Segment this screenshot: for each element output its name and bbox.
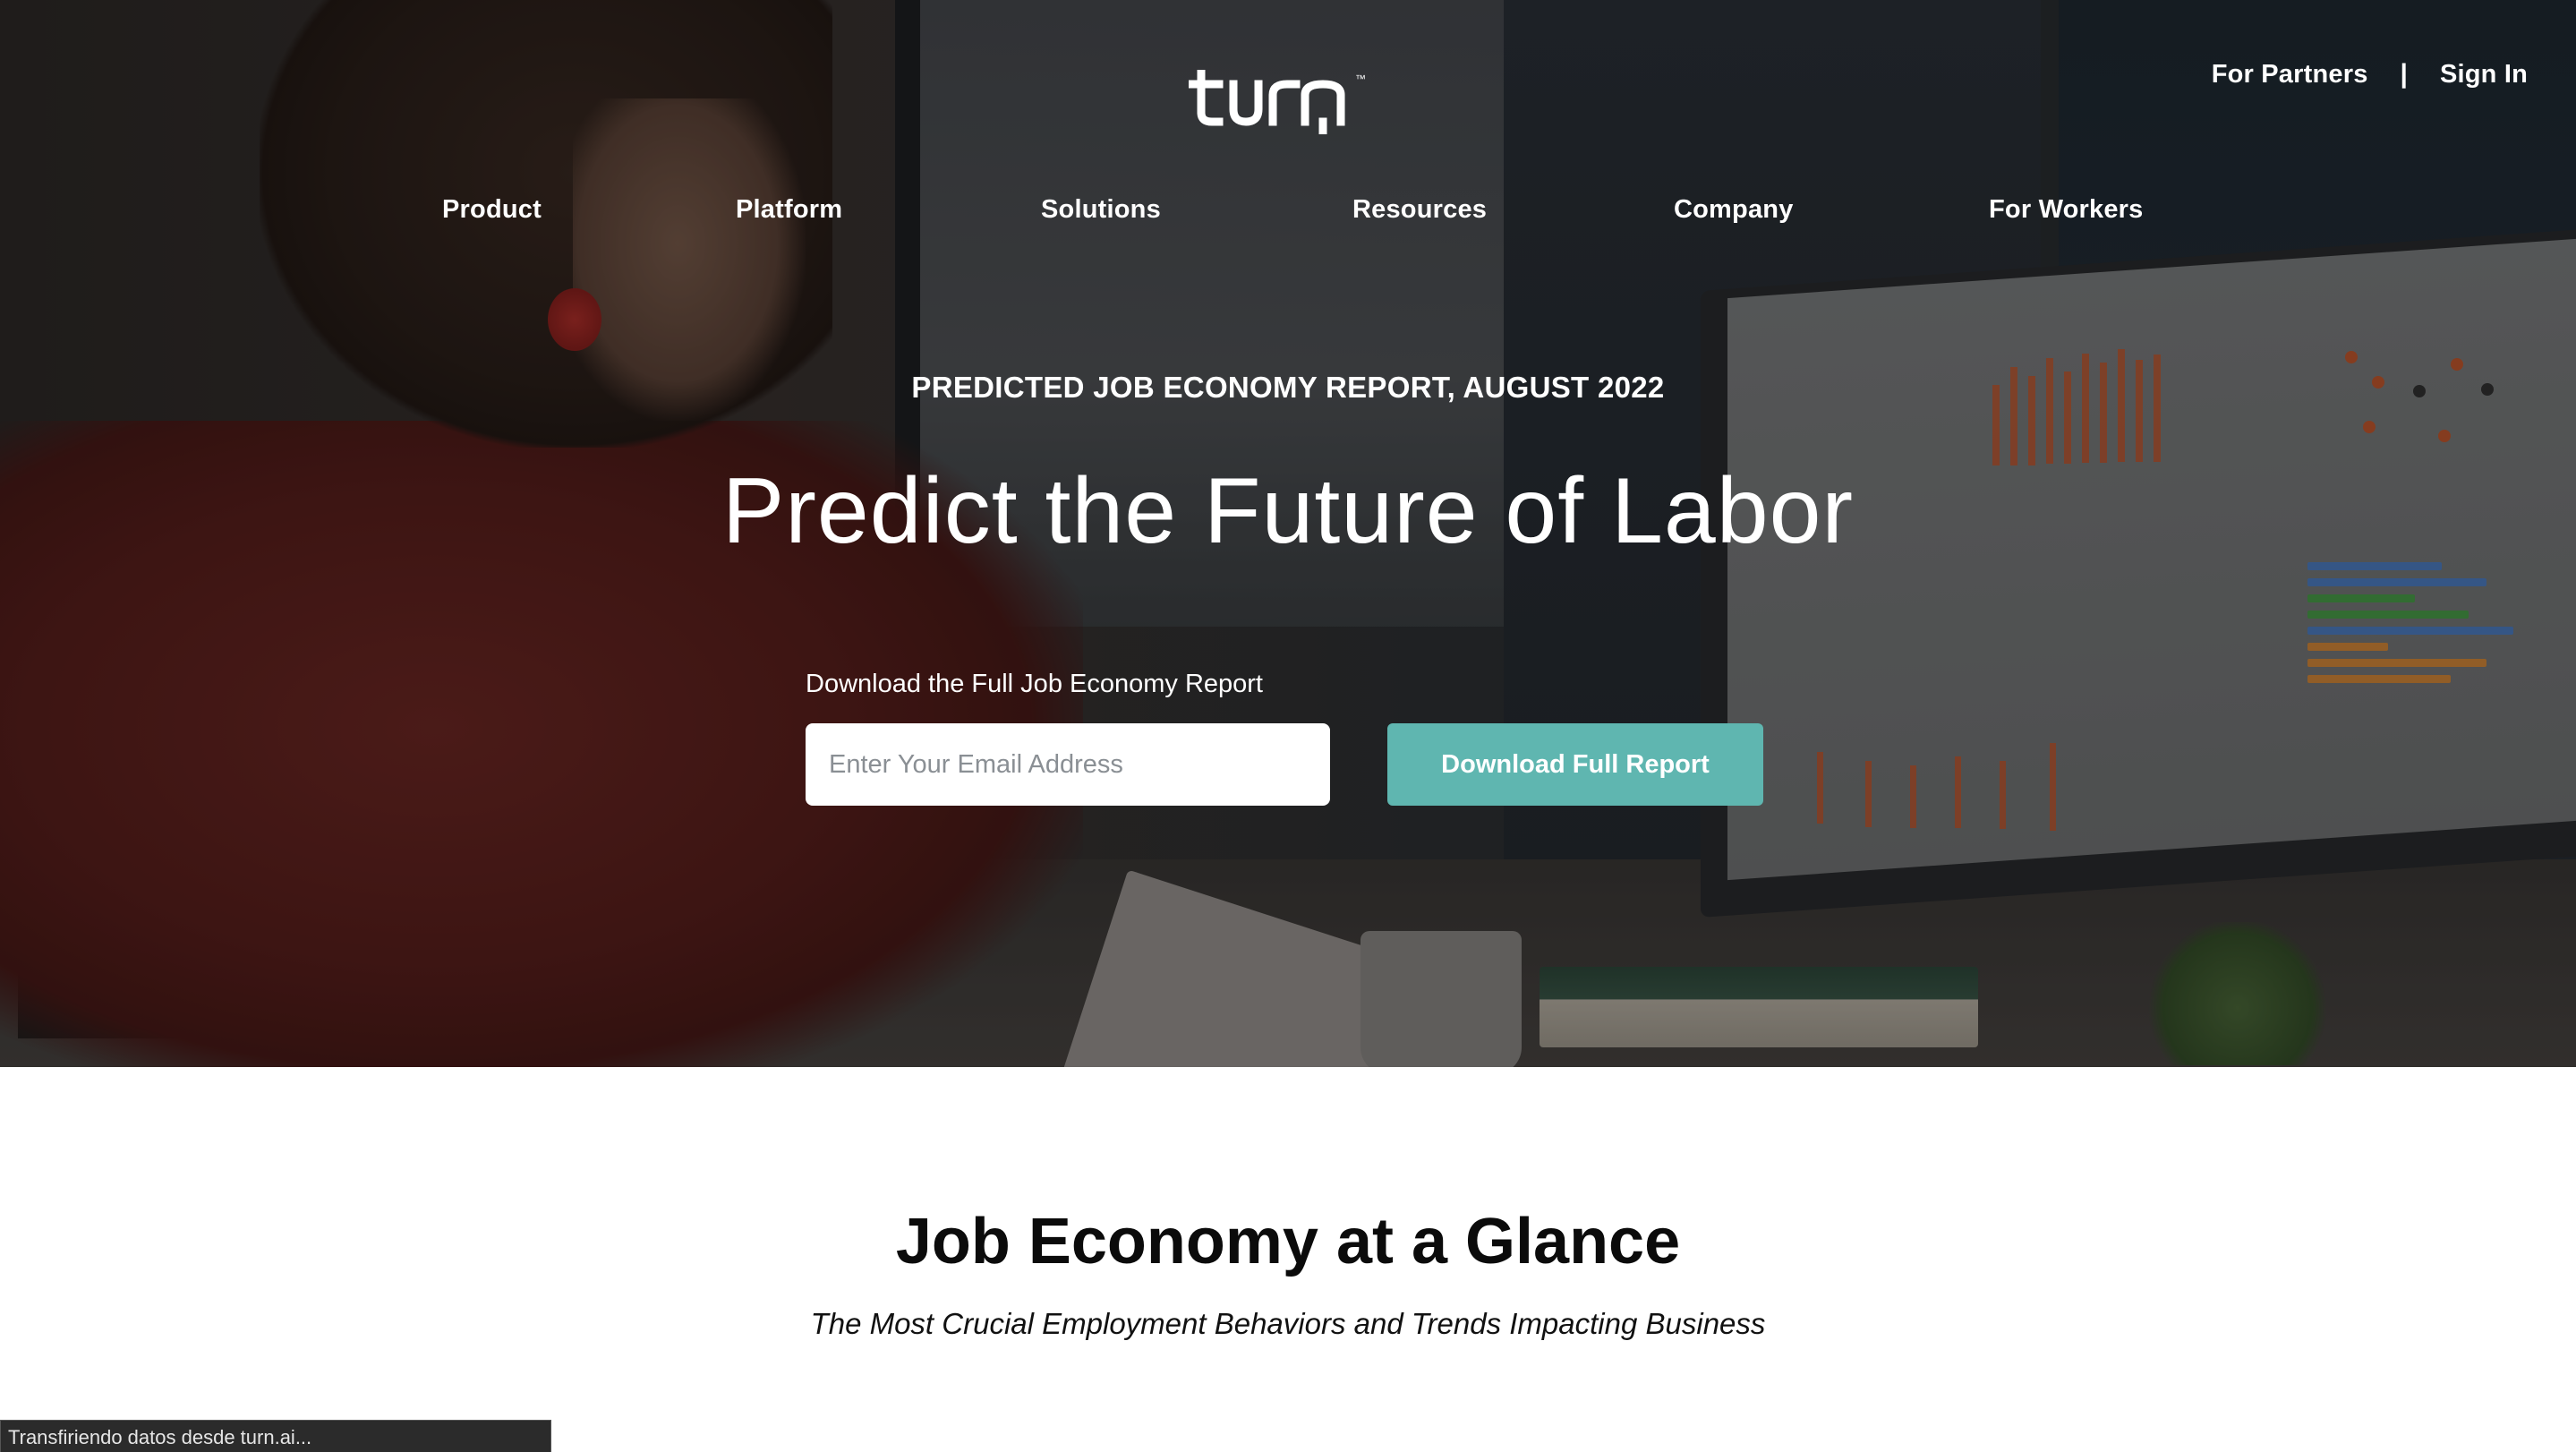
sign-in-link[interactable]: Sign In	[2440, 60, 2528, 90]
nav-item-resources[interactable]: Resources	[1352, 195, 1487, 225]
browser-status-bar: Transfiriendo datos desde turn.ai...	[0, 1420, 551, 1452]
nav-item-product[interactable]: Product	[442, 195, 542, 225]
nav-item-company[interactable]: Company	[1674, 195, 1794, 225]
hero-eyebrow: PREDICTED JOB ECONOMY REPORT, AUGUST 202…	[911, 371, 1665, 404]
for-partners-link[interactable]: For Partners	[2212, 60, 2368, 90]
section-title: Job Economy at a Glance	[895, 1206, 1681, 1277]
turn-logo[interactable]: ™	[1189, 70, 1386, 134]
section-subtitle: The Most Crucial Employment Behaviors an…	[810, 1307, 1766, 1340]
hero-title: Predict the Future of Labor	[721, 459, 1855, 563]
main-nav: Product Platform Solutions Resources Com…	[0, 195, 2576, 231]
trademark: ™	[1355, 73, 1366, 85]
download-report-button[interactable]: Download Full Report	[1387, 723, 1763, 806]
download-form-label: Download the Full Job Economy Report	[806, 670, 1263, 698]
nav-item-for-workers[interactable]: For Workers	[1989, 195, 2144, 225]
nav-item-solutions[interactable]: Solutions	[1041, 195, 1161, 225]
nav-item-platform[interactable]: Platform	[736, 195, 842, 225]
email-input[interactable]	[806, 723, 1330, 806]
top-links: For Partners | Sign In	[2212, 59, 2528, 90]
link-separator: |	[2400, 59, 2408, 89]
